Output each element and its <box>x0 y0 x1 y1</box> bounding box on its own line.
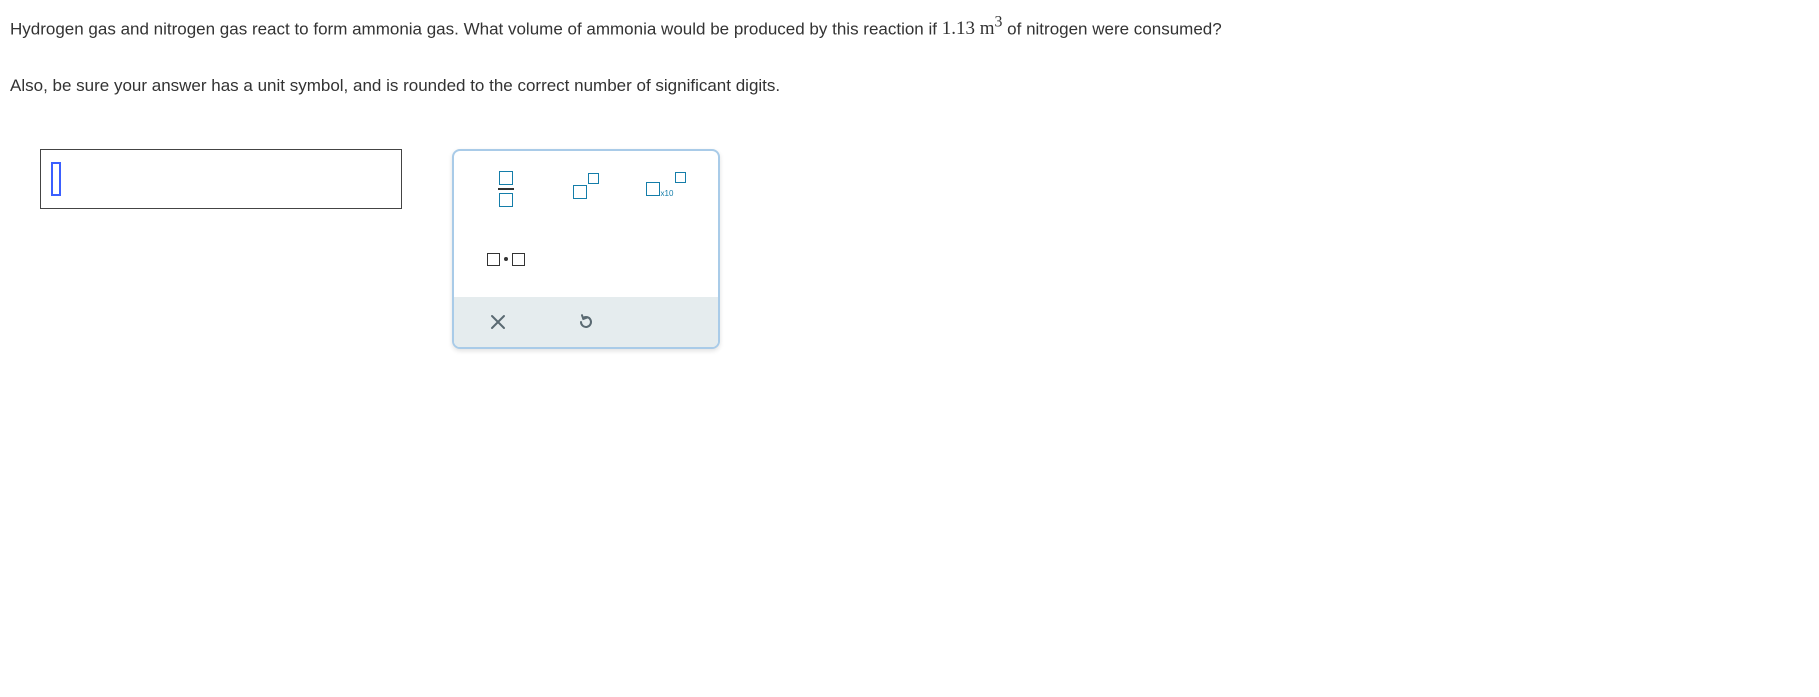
fraction-button[interactable] <box>466 169 546 209</box>
clear-button[interactable] <box>454 307 542 337</box>
answer-area: x10 <box>40 149 1809 349</box>
close-icon <box>490 314 506 330</box>
question-value: 1.13 m3 <box>942 18 1007 39</box>
sci-sub-label: x10 <box>661 189 674 198</box>
text-cursor <box>51 162 61 196</box>
placeholder-icon <box>499 193 513 207</box>
placeholder-icon <box>646 182 660 196</box>
placeholder-icon <box>487 253 500 266</box>
placeholder-icon <box>588 173 599 184</box>
multiply-button[interactable] <box>466 239 546 279</box>
reset-button[interactable] <box>542 307 630 337</box>
symbol-palette: x10 <box>452 149 720 349</box>
scientific-notation-button[interactable]: x10 <box>626 169 706 209</box>
question-text: Hydrogen gas and nitrogen gas react to f… <box>10 10 1809 99</box>
placeholder-icon <box>512 253 525 266</box>
answer-input[interactable] <box>40 149 402 209</box>
exponent-button[interactable] <box>546 169 626 209</box>
question-part2: of nitrogen were consumed? <box>1007 19 1222 38</box>
question-part1: Hydrogen gas and nitrogen gas react to f… <box>10 19 942 38</box>
dot-icon <box>504 257 508 261</box>
undo-icon <box>577 313 595 331</box>
placeholder-icon <box>499 171 513 185</box>
question-part3: Also, be sure your answer has a unit sym… <box>10 76 780 95</box>
placeholder-icon <box>675 172 686 183</box>
placeholder-icon <box>573 185 587 199</box>
